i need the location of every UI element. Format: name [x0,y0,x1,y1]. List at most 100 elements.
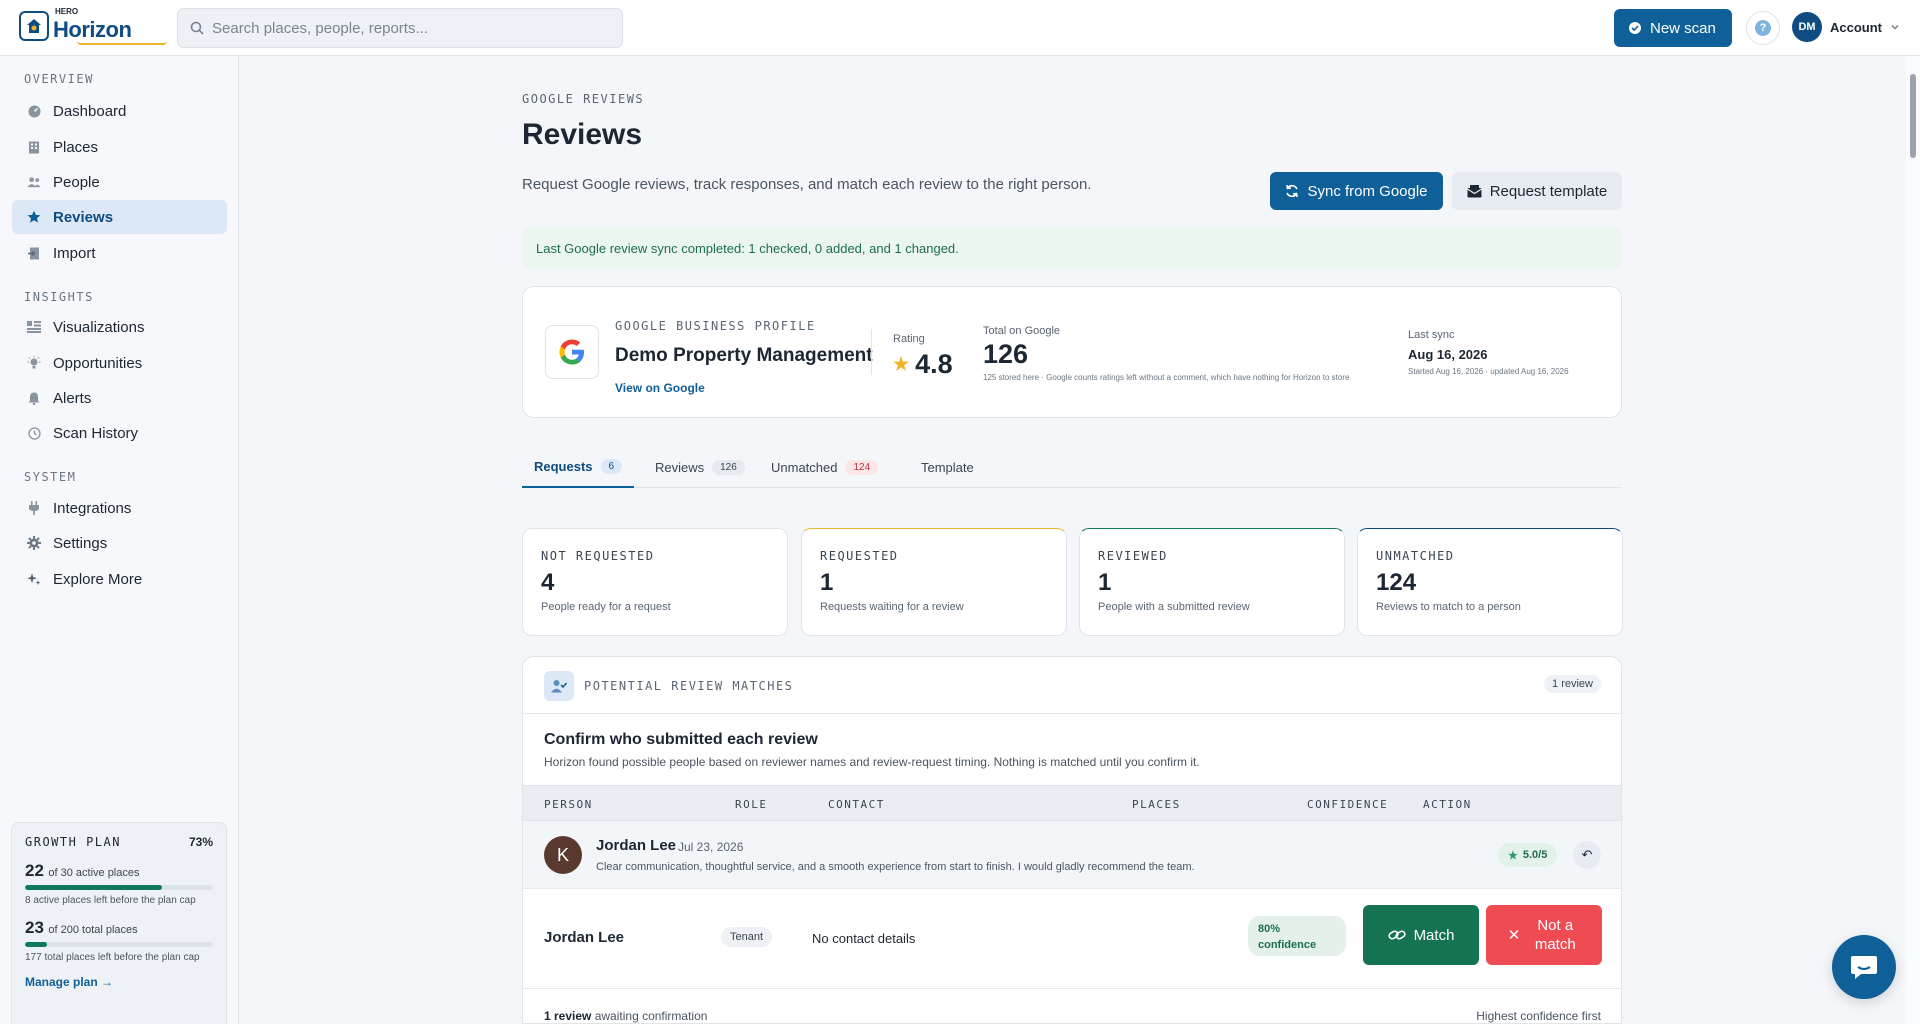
star-icon: ★ [1508,849,1518,862]
confidence-percent: 80% [1258,923,1281,935]
help-button[interactable]: ? [1746,11,1780,45]
growth-plan-card: GROWTH PLAN 73% 22 of 30 active places 8… [11,822,227,1024]
stat-card-unmatched[interactable]: UNMATCHED 124 Reviews to match to a pers… [1357,528,1623,636]
sidebar-item-label: Scan History [53,424,139,442]
stat-description: People ready for a request [541,601,671,613]
matches-footer-count: 1 review awaiting confirmation [544,1009,707,1023]
rating-number: 4.8 [915,349,953,379]
profile-eyebrow: GOOGLE BUSINESS PROFILE [615,319,816,333]
view-on-google-link[interactable]: View on Google [615,381,705,395]
stat-value: 4 [541,569,555,596]
tab-template[interactable]: Template [921,446,974,488]
column-header-contact: CONTACT [828,798,885,811]
avatar: DM [1792,12,1822,42]
active-places-bar-fill [25,885,163,890]
stat-label: REQUESTED [820,549,899,563]
sidebar-item-settings[interactable]: Settings [12,526,227,560]
column-header-action: ACTION [1423,798,1472,811]
house-icon [19,11,49,41]
chart-icon [27,320,41,334]
tab-count: 124 [845,459,879,475]
scrollbar[interactable] [1906,56,1920,1024]
refresh-icon [1286,184,1299,198]
scrollbar-thumb[interactable] [1910,74,1916,158]
section-label-overview: OVERVIEW [24,72,94,86]
search-bar[interactable] [177,8,623,48]
sidebar-item-label: Alerts [53,389,92,407]
sidebar-item-import[interactable]: Import [12,236,227,270]
sidebar-item-explore-more[interactable]: Explore More [12,562,227,596]
chat-button[interactable] [1832,935,1896,999]
stat-label: NOT REQUESTED [541,549,655,563]
search-input[interactable] [212,19,592,37]
stat-card-not-requested[interactable]: NOT REQUESTED 4 People ready for a reque… [522,528,788,636]
matches-header: POTENTIAL REVIEW MATCHES 1 review [523,657,1621,714]
business-name: Demo Property Management [615,345,873,366]
stat-card-requested[interactable]: REQUESTED 1 Requests waiting for a revie… [801,528,1067,636]
tab-reviews[interactable]: Reviews 126 [655,446,745,488]
people-icon [27,175,41,189]
dashboard-icon [27,104,41,118]
section-label-system: SYSTEM [24,470,77,484]
manage-plan-label: Manage plan [25,975,98,989]
divider [871,329,872,375]
envelope-icon [1466,184,1482,197]
sync-status-banner: Last Google review sync completed: 1 che… [522,228,1622,268]
sidebar-item-integrations[interactable]: Integrations [12,491,227,525]
matches-sort-label[interactable]: Highest confidence first [1476,1009,1601,1023]
import-icon [27,246,41,260]
matches-count-badge: 1 review [1544,675,1601,693]
footer-text: awaiting confirmation [594,1009,708,1023]
role-badge: Tenant [721,927,773,947]
sidebar-item-places[interactable]: Places [12,130,227,164]
plug-icon [27,501,41,515]
review-score: 5.0/5 [1522,849,1548,861]
logo-name: Horizon [53,17,132,42]
plan-title: GROWTH PLAN [25,835,121,849]
stat-card-reviewed[interactable]: REVIEWED 1 People with a submitted revie… [1079,528,1345,636]
not-a-match-button[interactable]: ✕ Not a match [1486,905,1602,965]
candidate-row: Jordan Lee Tenant No contact details 80%… [523,889,1621,989]
sidebar-item-visualizations[interactable]: Visualizations [12,310,227,344]
section-label-insights: INSIGHTS [24,290,94,304]
new-scan-button[interactable]: New scan [1614,9,1732,47]
tab-requests[interactable]: Requests 6 [522,446,635,488]
sync-from-google-button[interactable]: Sync from Google [1270,172,1443,210]
sidebar-item-alerts[interactable]: Alerts [12,381,227,415]
sidebar-item-label: Explore More [53,570,143,588]
sidebar-item-label: Reviews [53,208,114,226]
total-places-bar [25,942,213,947]
total-value: 126 [983,339,1029,369]
account-label: Account [1830,19,1882,35]
stat-description: Requests waiting for a review [820,601,964,613]
match-button[interactable]: Match [1363,905,1479,965]
sidebar-item-reviews[interactable]: Reviews [12,200,227,234]
sidebar-item-label: Opportunities [53,354,143,372]
page-subtitle: Request Google reviews, track responses,… [522,176,1092,193]
chat-icon [1851,956,1877,979]
review-row: K Jordan Lee Jul 23, 2026 Clear communic… [523,821,1621,889]
reply-button[interactable]: ↶ [1573,841,1601,869]
building-icon [27,140,41,154]
column-header-person: PERSON [544,798,593,811]
sidebar-item-opportunities[interactable]: Opportunities [12,346,227,380]
last-sync-date: Aug 16, 2026 [1408,347,1488,362]
sidebar-item-scan-history[interactable]: Scan History [12,416,227,450]
logo[interactable]: HERO Horizon [19,7,167,45]
sidebar-item-dashboard[interactable]: Dashboard [12,94,227,128]
manage-plan-link[interactable]: Manage plan → [25,975,113,989]
column-header-role: ROLE [735,798,768,811]
tab-count: 126 [712,459,745,475]
review-text: Clear communication, thoughtful service,… [596,861,1195,873]
match-label: Match [1413,926,1455,944]
bell-icon [27,391,41,405]
request-template-button[interactable]: Request template [1452,172,1622,210]
tab-unmatched[interactable]: Unmatched 124 [771,446,879,488]
reply-icon: ↶ [1581,847,1593,862]
account-menu[interactable]: DM Account [1792,12,1900,42]
sidebar-item-people[interactable]: People [12,165,227,199]
bulb-icon [27,356,41,370]
tab-count: 6 [600,458,623,474]
candidate-name: Jordan Lee [544,929,625,946]
sidebar-item-label: People [53,173,100,191]
